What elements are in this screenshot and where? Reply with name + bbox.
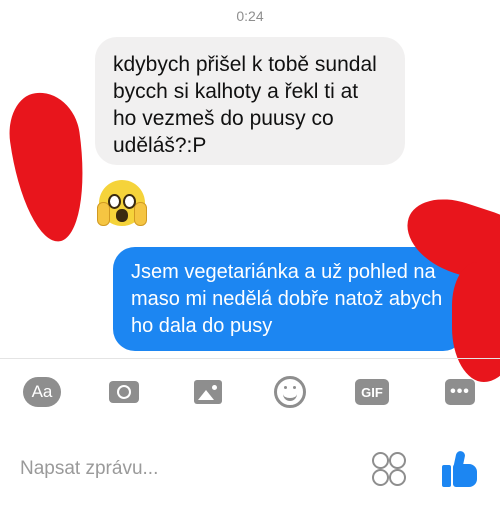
message-input[interactable]: Napsat zprávu... bbox=[20, 458, 158, 480]
incoming-message-bubble[interactable]: kdybych přišel k tobě sundal bycch si ka… bbox=[95, 37, 405, 165]
emoji-button[interactable] bbox=[270, 372, 310, 412]
message-timestamp: 0:24 bbox=[236, 8, 264, 24]
red-redaction-mark-left bbox=[3, 87, 95, 247]
gif-button[interactable]: GIF bbox=[352, 372, 392, 412]
outgoing-message-bubble[interactable]: Jsem vegetariánka a už pohled na maso mi… bbox=[113, 247, 465, 351]
camera-button[interactable] bbox=[104, 372, 144, 412]
image-icon bbox=[194, 380, 222, 404]
red-redaction-mark-right-bottom bbox=[452, 262, 500, 382]
more-button[interactable]: ••• bbox=[440, 372, 480, 412]
thumbs-up-icon[interactable] bbox=[440, 450, 480, 488]
composer-toolbar: Aa GIF ••• bbox=[0, 372, 500, 416]
text-style-icon: Aa bbox=[23, 377, 61, 407]
sticker-icon[interactable] bbox=[372, 452, 406, 486]
text-style-button[interactable]: Aa bbox=[22, 372, 62, 412]
gallery-button[interactable] bbox=[188, 372, 228, 412]
emoji-icon bbox=[274, 376, 306, 408]
camera-icon bbox=[109, 381, 139, 403]
screaming-face-emoji-icon bbox=[97, 180, 147, 226]
more-icon: ••• bbox=[445, 379, 475, 405]
message-composer: Napsat zprávu... bbox=[0, 440, 500, 500]
gif-icon: GIF bbox=[355, 379, 389, 405]
composer-divider bbox=[0, 358, 500, 359]
